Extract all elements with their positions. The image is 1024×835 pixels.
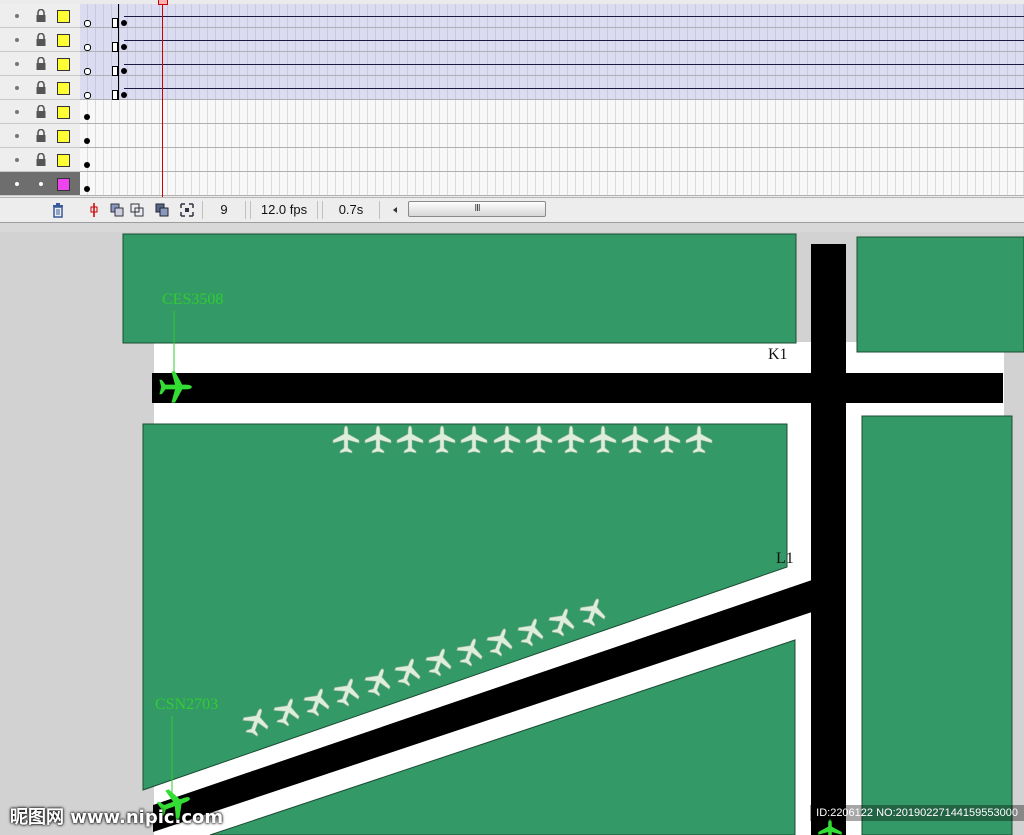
- grass-area-top-left: [122, 233, 797, 344]
- motion-tween-line: [124, 40, 1024, 41]
- layer-row[interactable]: [0, 124, 1024, 148]
- layer-frames[interactable]: [80, 100, 1024, 124]
- horizontal-scrollbar-thumb[interactable]: III: [408, 201, 546, 217]
- layer-frames[interactable]: [80, 52, 1024, 76]
- edit-multiple-frames-icon[interactable]: [154, 202, 170, 218]
- taxiway-l1-label: L1: [776, 550, 794, 567]
- lock-icon[interactable]: [35, 81, 47, 95]
- layer-controls: [0, 100, 80, 124]
- motion-tween-line: [124, 16, 1024, 17]
- layer-controls: [0, 124, 80, 148]
- visibility-toggle-icon[interactable]: [15, 62, 19, 66]
- keyframe[interactable]: [84, 162, 90, 168]
- modify-onion-markers-icon[interactable]: [179, 202, 195, 218]
- layer-frames[interactable]: [80, 4, 1024, 28]
- empty-keyframe[interactable]: [84, 92, 91, 99]
- timeline-panel: 9 12.0 fps 0.7s III: [0, 0, 1024, 222]
- empty-keyframe[interactable]: [84, 68, 91, 75]
- keyframe[interactable]: [121, 92, 127, 98]
- flight-label-bottom: CSN2703: [155, 696, 218, 713]
- visibility-toggle-icon[interactable]: [15, 14, 19, 18]
- trash-icon[interactable]: [50, 202, 66, 218]
- layer-controls: [0, 76, 80, 100]
- empty-keyframe[interactable]: [84, 44, 91, 51]
- layer-row[interactable]: [0, 100, 1024, 124]
- visibility-toggle-icon[interactable]: [15, 182, 19, 186]
- onion-skin-outlines-icon[interactable]: [129, 202, 145, 218]
- airport-map: K1 L1 CES3508 CSN2703: [122, 233, 1024, 835]
- panel-divider[interactable]: [0, 222, 1024, 232]
- lock-icon[interactable]: [35, 153, 47, 167]
- playhead[interactable]: [162, 0, 163, 220]
- keyframe[interactable]: [84, 114, 90, 120]
- layer-frames[interactable]: [80, 124, 1024, 148]
- flight-label-top: CES3508: [162, 291, 223, 308]
- layer-outline-color-swatch[interactable]: [57, 58, 70, 71]
- watermark-logo: 昵图网 www.nipic.com: [10, 807, 224, 828]
- layer-outline-color-swatch[interactable]: [57, 34, 70, 47]
- frame-divider: [118, 52, 119, 76]
- center-frame-icon[interactable]: [86, 202, 102, 218]
- keyframe[interactable]: [121, 68, 127, 74]
- lock-icon[interactable]: [35, 105, 47, 119]
- layer-frames[interactable]: [80, 172, 1024, 196]
- layer-outline-color-swatch[interactable]: [57, 10, 70, 23]
- layer-row[interactable]: [0, 52, 1024, 76]
- layer-outline-color-swatch[interactable]: [57, 82, 70, 95]
- keyframe[interactable]: [121, 20, 127, 26]
- timeline-status-bar: 9 12.0 fps 0.7s III: [0, 197, 1024, 222]
- current-frame-field[interactable]: 9: [202, 201, 246, 219]
- taxiway-k1: [152, 373, 1003, 403]
- layer-outline-color-swatch[interactable]: [57, 154, 70, 167]
- scroll-left-arrow-icon[interactable]: [390, 202, 400, 218]
- taxiway-vertical: [811, 244, 846, 835]
- motion-tween-line: [124, 88, 1024, 89]
- grass-area-top-right: [856, 236, 1024, 353]
- layer-controls: [0, 148, 80, 172]
- layer-outline-color-swatch[interactable]: [57, 178, 70, 191]
- layer-row-selected[interactable]: [0, 172, 1024, 196]
- onion-skin-icon[interactable]: [109, 202, 125, 218]
- layer-controls: [0, 28, 80, 52]
- layer-controls: [0, 52, 80, 76]
- frame-divider: [118, 28, 119, 52]
- lock-icon[interactable]: [35, 57, 47, 71]
- keyframe[interactable]: [84, 138, 90, 144]
- layer-row[interactable]: [0, 148, 1024, 172]
- layer-frames[interactable]: [80, 28, 1024, 52]
- watermark-id: ID:2206122 NO:20190227144159553000: [810, 805, 1024, 821]
- visibility-toggle-icon[interactable]: [15, 134, 19, 138]
- visibility-toggle-icon[interactable]: [15, 110, 19, 114]
- frame-divider: [118, 76, 119, 100]
- frame-divider: [118, 4, 119, 28]
- layer-frames[interactable]: [80, 76, 1024, 100]
- lock-toggle-icon[interactable]: [39, 182, 43, 186]
- layer-row[interactable]: [0, 4, 1024, 28]
- lock-icon[interactable]: [35, 129, 47, 143]
- keyframe[interactable]: [84, 186, 90, 192]
- grass-area-right: [861, 415, 1013, 835]
- elapsed-time-field: 0.7s: [322, 201, 380, 219]
- layer-frames[interactable]: [80, 148, 1024, 172]
- taxiway-k1-label: K1: [768, 346, 788, 363]
- layer-outline-color-swatch[interactable]: [57, 130, 70, 143]
- frame-rate-field[interactable]: 12.0 fps: [250, 201, 318, 219]
- layer-outline-color-swatch[interactable]: [57, 106, 70, 119]
- keyframe[interactable]: [121, 44, 127, 50]
- stage-canvas[interactable]: K1 L1 CES3508 CSN2703 昵图网 www.nipic.com …: [0, 232, 1024, 835]
- visibility-toggle-icon[interactable]: [15, 158, 19, 162]
- visibility-toggle-icon[interactable]: [15, 86, 19, 90]
- motion-tween-line: [124, 64, 1024, 65]
- layer-row[interactable]: [0, 28, 1024, 52]
- layer-row[interactable]: [0, 76, 1024, 100]
- lock-icon[interactable]: [35, 9, 47, 23]
- empty-keyframe[interactable]: [84, 20, 91, 27]
- layer-controls: [0, 4, 80, 28]
- playhead-handle[interactable]: [158, 0, 168, 5]
- layer-controls: [0, 172, 80, 196]
- lock-icon[interactable]: [35, 33, 47, 47]
- visibility-toggle-icon[interactable]: [15, 38, 19, 42]
